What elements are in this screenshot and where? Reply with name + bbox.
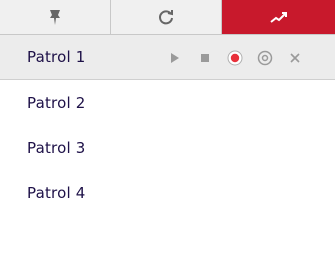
tab-refresh[interactable]: [111, 0, 222, 34]
patrol-panel: Patrol 1 Patrol 2 Patrol 3 Patrol 4: [0, 0, 335, 277]
patrol-label-1: Patrol 1: [27, 48, 86, 66]
patrol-label-3: Patrol 3: [27, 138, 86, 157]
patrol-label-2: Patrol 2: [27, 93, 86, 112]
settings-icon[interactable]: [252, 48, 278, 68]
record-icon[interactable]: [222, 48, 248, 68]
delete-icon[interactable]: [282, 48, 308, 68]
patrol-row-3[interactable]: Patrol 3: [0, 125, 335, 170]
tab-bar: [0, 0, 335, 35]
row-actions: [162, 35, 312, 80]
play-icon[interactable]: [162, 48, 188, 68]
trend-chart-icon: [269, 12, 287, 23]
tab-trend[interactable]: [222, 0, 335, 34]
patrol-row-4[interactable]: Patrol 4: [0, 170, 335, 215]
patrol-row-2[interactable]: Patrol 2: [0, 80, 335, 125]
patrol-row-1[interactable]: Patrol 1: [0, 35, 335, 80]
tab-pin[interactable]: [0, 0, 111, 34]
refresh-icon: [159, 10, 173, 25]
patrol-label-4: Patrol 4: [27, 183, 86, 202]
pin-icon: [50, 10, 60, 25]
stop-icon[interactable]: [192, 48, 218, 68]
